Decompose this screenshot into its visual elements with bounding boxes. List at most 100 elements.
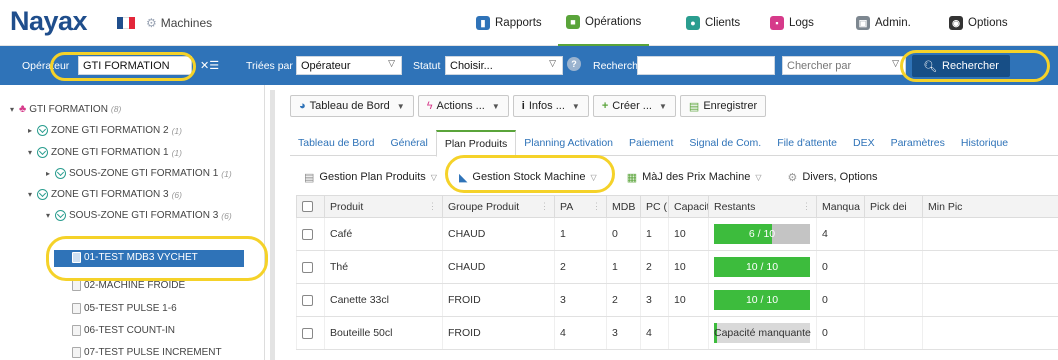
table-row[interactable]: Bouteille 50cl FROID 4 3 4 Capacité manquante… [296, 316, 1058, 350]
search-by-placeholder: Chercher par [787, 59, 852, 72]
tab-plan-produits[interactable]: Plan Produits [435, 130, 517, 157]
column-header-label: Min Pic [928, 200, 963, 213]
nayax-logo[interactable]: Nayax [10, 6, 88, 37]
column-header-pick-dei[interactable]: Pick dei [864, 195, 923, 218]
column-header-groupe[interactable]: Groupe Produit ⋮ [442, 195, 555, 218]
tree-node-label: SOUS-ZONE GTI FORMATION 1 [69, 168, 219, 179]
chevron-down-icon: ▽ [892, 58, 899, 68]
tab-tableau-de-bord[interactable]: Tableau de Bord [290, 130, 382, 156]
sort-select[interactable]: Opérateur ▽ [296, 56, 402, 75]
nav-logs[interactable]: ▪ Logs [770, 0, 814, 46]
table-row[interactable]: Canette 33cl FROID 3 2 3 10 10 / 10 0 [296, 283, 1058, 317]
tree-item-machine-01[interactable]: 01-TEST MDB3 VYCHET [72, 252, 198, 263]
column-header-manquant[interactable]: Manqua [816, 195, 865, 218]
tree-node-label: GTI FORMATION [29, 103, 108, 115]
table-row[interactable]: Café CHAUD 1 0 1 10 6 / 10 4 [296, 217, 1058, 251]
search-button[interactable]: 🔍︎ Rechercher [912, 55, 1010, 77]
zone-icon [37, 125, 48, 136]
tree-item-machine-07[interactable]: 07-TEST PULSE INCREMENT [72, 347, 222, 358]
row-checkbox-cell[interactable] [296, 283, 325, 317]
tab-planning-activation[interactable]: Planning Activation [516, 130, 621, 156]
tab-signal-de-com[interactable]: Signal de Com. [681, 130, 769, 156]
infos-button[interactable]: i Infos ... ▼ [512, 95, 589, 117]
tab-parametres[interactable]: Paramètres [883, 130, 953, 156]
tree-root[interactable]: ▾ ♣ GTI FORMATION (8) [8, 103, 121, 115]
nav-admin[interactable]: ▣ Admin. [856, 0, 911, 46]
tree-item-zone-1[interactable]: ▾ ZONE GTI FORMATION 1 (1) [26, 147, 182, 158]
tree-item-zone-3[interactable]: ▾ ZONE GTI FORMATION 3 (6) [26, 189, 182, 200]
panel-splitter[interactable] [270, 90, 275, 360]
row-checkbox[interactable] [302, 327, 313, 339]
expand-arrow-icon[interactable]: ▸ [44, 169, 52, 178]
tab-file-d-attente[interactable]: File d'attente [769, 130, 845, 156]
expand-arrow-icon[interactable]: ▾ [8, 105, 16, 114]
row-checkbox[interactable] [302, 261, 313, 273]
tab-historique[interactable]: Historique [953, 130, 1016, 156]
column-header-capacite[interactable]: Capacit [668, 195, 709, 218]
cell-pick-dei [864, 283, 923, 317]
table-row[interactable]: Thé CHAUD 2 1 2 10 10 / 10 0 [296, 250, 1058, 284]
tree-item-machine-06[interactable]: 06-TEST COUNT-IN [72, 325, 175, 336]
row-checkbox[interactable] [302, 228, 313, 240]
column-menu-icon[interactable]: ⋮ [802, 201, 811, 212]
row-checkbox[interactable] [302, 294, 313, 306]
tree-node-count: (8) [110, 104, 122, 114]
nav-options[interactable]: ◉ Options [949, 0, 1008, 46]
dashboard-button[interactable]: ◕ Tableau de Bord ▼ [290, 95, 414, 117]
nav-clients[interactable]: ● Clients [686, 0, 740, 46]
tab-general[interactable]: Général [382, 130, 435, 156]
column-menu-icon[interactable]: ⋮ [428, 201, 437, 212]
column-header-pa[interactable]: PA ⋮ [554, 195, 607, 218]
operator-field[interactable]: GTI FORMATION [78, 56, 192, 75]
clear-list-icon[interactable]: ✕☰ [200, 59, 219, 72]
maj-prix-machine-menu[interactable]: ▦ MàJ des Prix Machine ▽ [627, 171, 762, 184]
tree-node-label: ZONE GTI FORMATION 1 [51, 147, 169, 158]
operations-icon: ■ [566, 15, 580, 29]
expand-arrow-icon[interactable]: ▾ [26, 148, 34, 157]
column-header-restants[interactable]: Restants ⋮ [708, 195, 817, 218]
nav-rapports[interactable]: ▮ Rapports [476, 0, 542, 46]
tree-node-count: (6) [171, 189, 182, 200]
tree-item-machine-02[interactable]: 02-MACHINE FROIDE [72, 280, 185, 291]
row-checkbox-cell[interactable] [296, 250, 325, 284]
cell-mdb: 2 [606, 283, 641, 317]
tree-item-machine-05[interactable]: 05-TEST PULSE 1-6 [72, 303, 177, 314]
column-menu-icon[interactable]: ⋮ [592, 201, 601, 212]
search-by-select[interactable]: Chercher par ▽ [782, 56, 906, 75]
chevron-down-icon: ▽ [388, 58, 395, 68]
help-icon[interactable]: ? [567, 57, 581, 71]
save-button[interactable]: ▤ Enregistrer [679, 95, 767, 117]
expand-arrow-icon[interactable]: ▾ [26, 190, 34, 199]
gestion-stock-machine-menu[interactable]: ◣ Gestion Stock Machine ▽ [459, 171, 597, 184]
cell-produit: Canette 33cl [324, 283, 443, 317]
column-menu-icon[interactable]: ⋮ [540, 201, 549, 212]
column-header-mdb[interactable]: MDB [606, 195, 641, 218]
column-header-produit[interactable]: Produit ⋮ [324, 195, 443, 218]
nav-operations[interactable]: ■ Opérations [558, 0, 650, 46]
tab-dex[interactable]: DEX [845, 130, 883, 156]
stock-progress-text: 6 / 10 [748, 228, 776, 240]
tab-paiement[interactable]: Paiement [621, 130, 681, 156]
actions-button[interactable]: ϟ Actions ... ▼ [417, 95, 509, 117]
tree-item-zone-2[interactable]: ▸ ZONE GTI FORMATION 2 (1) [26, 125, 182, 136]
column-header-pc[interactable]: PC ( [640, 195, 669, 218]
row-checkbox-cell[interactable] [296, 217, 325, 251]
create-button[interactable]: + Créer ... ▼ [592, 95, 676, 117]
expand-arrow-icon[interactable]: ▸ [26, 126, 34, 135]
cell-manquant: 0 [816, 316, 865, 350]
chart-icon: ▮ [476, 16, 490, 30]
status-select[interactable]: Choisir... ▽ [445, 56, 563, 75]
divers-options-menu[interactable]: ⚙ Divers, Options [787, 171, 877, 184]
tree-item-subzone-1[interactable]: ▸ SOUS-ZONE GTI FORMATION 1 (1) [44, 168, 232, 179]
select-all-checkbox[interactable] [302, 201, 313, 213]
gestion-plan-produits-menu[interactable]: ▤ Gestion Plan Produits ▽ [304, 171, 437, 184]
select-all-cell[interactable] [296, 195, 325, 218]
row-checkbox-cell[interactable] [296, 316, 325, 350]
cell-pc: 1 [640, 217, 669, 251]
expand-arrow-icon[interactable]: ▾ [44, 211, 52, 220]
column-header-min-pic[interactable]: Min Pic [922, 195, 1058, 218]
french-flag-icon[interactable] [117, 17, 135, 29]
chevron-down-icon: ▼ [658, 101, 667, 111]
search-input[interactable] [637, 56, 775, 75]
tree-item-subzone-3[interactable]: ▾ SOUS-ZONE GTI FORMATION 3 (6) [44, 210, 232, 221]
